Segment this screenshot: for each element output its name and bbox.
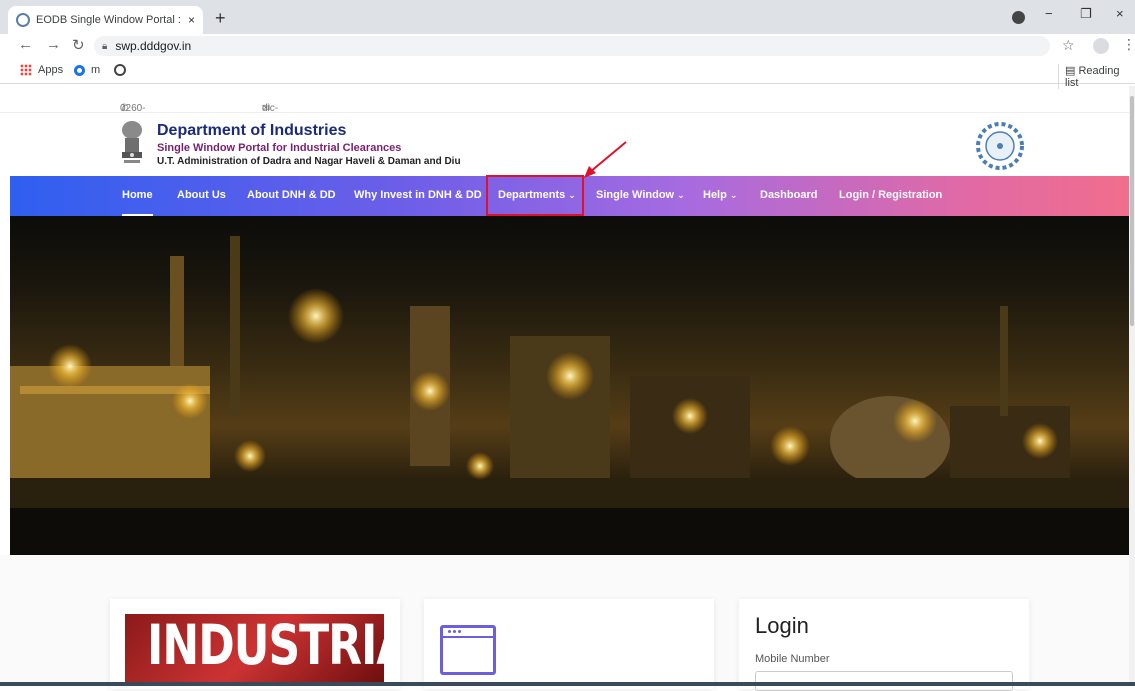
profile-avatar-icon[interactable] — [1093, 38, 1109, 54]
content-section: INDUSTRIAL Login Mobile Number — [0, 555, 1135, 691]
bookmark-m[interactable]: m — [74, 64, 100, 76]
bookmark-apps-label: Apps — [38, 64, 64, 76]
url-input[interactable]: 🔒︎ swp.dddgov.in — [94, 36, 1050, 56]
bookmarks-bar: Apps m ▤ Reading list — [0, 58, 1135, 89]
nav-about-dnh-dd[interactable]: About DNH & DD — [247, 176, 336, 216]
globe-icon — [114, 64, 126, 76]
window-close-button[interactable]: × — [1116, 6, 1124, 21]
industrial-banner-text: INDUSTRIAL — [147, 614, 384, 678]
chevron-down-icon: ⌄ — [677, 190, 685, 200]
new-tab-button[interactable]: + — [215, 8, 226, 29]
site-favicon-icon — [16, 13, 30, 27]
chevron-down-icon: ⌄ — [729, 190, 738, 200]
mobile-number-label: Mobile Number — [755, 653, 830, 665]
forward-arrow-icon[interactable]: → — [46, 36, 61, 53]
url-text: swp.dddgov.in — [115, 39, 192, 53]
nav-login-registration[interactable]: Login / Registration — [839, 176, 942, 216]
nav-why-invest[interactable]: Why Invest in DNH & DD — [354, 176, 482, 216]
apps-grid-icon — [20, 64, 32, 76]
scrollbar-thumb[interactable] — [1130, 96, 1134, 326]
nav-single-window-label: Single Window — [596, 189, 675, 201]
refinery-night-illustration — [10, 236, 1131, 555]
reload-icon[interactable]: ↻ — [72, 36, 85, 54]
bottom-edge — [0, 682, 1135, 686]
department-title[interactable]: Department of Industries — [157, 122, 346, 140]
tab-close-icon[interactable]: × — [188, 13, 195, 27]
nav-about-us[interactable]: About Us — [177, 176, 226, 216]
reading-list-icon: ▤ — [1065, 65, 1076, 77]
bookmark-star-icon[interactable]: ☆ — [1062, 37, 1075, 54]
window-restore-button[interactable]: ❐ — [1080, 6, 1092, 22]
contact-bar: ✆ 0260-2260310 / 2260871 ✉ dic-dd@nic.in — [0, 85, 1135, 147]
single-window-card[interactable] — [424, 599, 714, 689]
address-bar: ← → ↻ 🔒︎ swp.dddgov.in ☆ ⋮ — [0, 34, 1135, 58]
nav-home[interactable]: Home — [122, 176, 153, 216]
bookmark-apps[interactable]: Apps — [20, 64, 63, 76]
login-title: Login — [755, 613, 809, 638]
site-header: Department of Industries Single Window P… — [0, 114, 1135, 176]
browser-menu-icon[interactable]: ⋮ — [1122, 36, 1135, 53]
hero-banner-image — [10, 216, 1131, 555]
browser-extension-icon[interactable] — [1012, 11, 1025, 24]
mobile-number-input[interactable] — [755, 671, 1013, 691]
industrial-card[interactable]: INDUSTRIAL — [110, 599, 400, 689]
nav-single-window[interactable]: Single Window ⌄ — [596, 176, 685, 216]
bookmark-globe[interactable] — [114, 64, 126, 76]
national-emblem-icon — [122, 121, 142, 163]
browser-tab[interactable]: EODB Single Window Portal : Da × — [8, 6, 203, 34]
window-minimize-button[interactable]: − — [1045, 6, 1053, 21]
bookmark-m-label: m — [91, 64, 101, 76]
ut-logo-icon — [976, 122, 1024, 170]
tab-title: EODB Single Window Portal : Da — [36, 14, 182, 26]
lock-icon: 🔒︎ — [102, 40, 108, 52]
back-arrow-icon[interactable]: ← — [18, 36, 33, 53]
page-scrollbar[interactable] — [1129, 86, 1135, 682]
nav-help-label: Help — [703, 189, 727, 201]
nav-dashboard[interactable]: Dashboard — [760, 176, 817, 216]
browser-tab-strip: EODB Single Window Portal : Da × + − ❐ × — [0, 0, 1135, 34]
administration-name: U.T. Administration of Dadra and Nagar H… — [157, 156, 461, 167]
annotation-arrow-icon — [584, 141, 627, 178]
bookmark-site-icon — [74, 64, 85, 76]
browser-window-icon — [440, 625, 496, 675]
nav-help[interactable]: Help ⌄ — [703, 176, 737, 216]
industrial-banner-image: INDUSTRIAL — [125, 614, 384, 684]
login-card: Login Mobile Number — [739, 599, 1029, 691]
portal-subtitle: Single Window Portal for Industrial Clea… — [157, 142, 402, 154]
annotation-highlight-box — [486, 175, 584, 216]
